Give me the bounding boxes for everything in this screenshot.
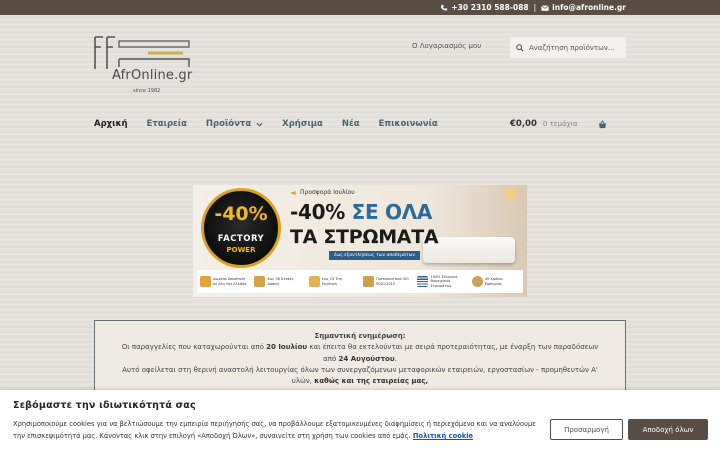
notice-line: υλών, καθώς και της εταιρείας μας, [95, 376, 625, 387]
top-contact-bar: +30 2310 588-088 | info@afronline.gr [0, 0, 720, 15]
phone-number-link[interactable]: +30 2310 588-088 [451, 3, 528, 12]
notice-date: 20 Ιουλίου [266, 343, 308, 352]
feature-item: Πιστοποιητικό ISO 9001:2015 [363, 276, 411, 287]
cart-amount: €0,00 [510, 119, 537, 129]
cookie-text: Χρησιμοποιούμε cookies για να βελτιώσουμ… [13, 418, 543, 442]
notice-text: Οι παραγγελίες που καταχωρούνται από [121, 343, 264, 352]
notice-date: 24 Αυγούστου [338, 354, 395, 363]
promo-headline-line1: -40% ΣΕ ΟΛΑ [290, 200, 432, 224]
banner-features: Δωρεάν Αποστολή σε όλη την Ελλάδα έως 36… [197, 270, 523, 293]
nav-item-useful[interactable]: Χρήσιμα [282, 119, 323, 129]
email-icon [541, 4, 549, 11]
nav-item-news[interactable]: Νέα [342, 119, 360, 129]
cookie-heading: Σεβόμαστε την ιδιωτικότητά σας [13, 400, 196, 411]
cookie-consent-bar: Σεβόμαστε την ιδιωτικότητά σας Χρησιμοπο… [0, 390, 720, 450]
notice-text: υλών, [291, 377, 312, 386]
notice-title: Σημαντική ενημέρωση: [314, 332, 406, 340]
nav-item-products[interactable]: Προϊόντα [206, 119, 263, 129]
search-input[interactable] [529, 43, 619, 52]
notice-line: Οι παραγγελίες που καταχωρούνται από 20 … [95, 342, 625, 353]
email-link[interactable]: info@afronline.gr [552, 3, 626, 12]
feature-text: έως 15 Έτη Εγγύηση [321, 277, 343, 286]
feature-text: έως 36 Άτοκες Δόσεις [267, 277, 294, 286]
site-logo[interactable]: AfrOnline.gr since 1982 [93, 35, 193, 97]
badge-line2: POWER [226, 246, 256, 254]
basket-icon [598, 119, 606, 128]
nav-item-label: Προϊόντα [205, 119, 252, 129]
experience-badge-icon [471, 276, 483, 287]
notice-bold: καθώς και της εταιρείας μας, [314, 377, 429, 386]
feature-item: έως 36 Άτοκες Δόσεις [254, 276, 302, 287]
notice-line: από 24 Αυγούστου. [323, 354, 397, 363]
cookie-policy-link[interactable]: Πολιτική cookie [413, 432, 473, 440]
feature-item: Δωρεάν Αποστολή σε όλη την Ελλάδα [200, 276, 248, 287]
greek-flag-icon [417, 276, 429, 287]
megaphone-icon [290, 190, 296, 195]
nav-item-company[interactable]: Εταιρεία [147, 119, 187, 129]
nav-item-label: Χρήσιμα [282, 119, 323, 129]
cart-item-count: 0 τεμάχια [542, 120, 578, 128]
nav-item-home[interactable]: Αρχική [94, 119, 128, 129]
search-box[interactable] [510, 37, 626, 58]
promo-banner[interactable]: -40% FACTORY POWER Προσφορά Ιουλίου -40%… [193, 185, 527, 297]
factory-power-badge: -40% FACTORY POWER [201, 188, 281, 268]
contact-separator: | [533, 3, 537, 12]
notice-line: Αυτό οφείλεται στη θερινή αναστολή λειτο… [122, 365, 598, 374]
nav-item-contact[interactable]: Επικοινωνία [379, 119, 438, 129]
feature-item: 100% Ελληνικό Βιομηχανία Στρωμάτων [417, 275, 465, 289]
feature-text: Πιστοποιητικό ISO 9001:2015 [376, 277, 409, 286]
badge-percent: -40% [214, 203, 268, 225]
notice-text: και έπειτα θα εκτελούνται με σειρά προτε… [309, 343, 599, 352]
cookie-accept-all-button[interactable]: Αποδοχή όλων [628, 419, 708, 440]
feature-text: 45 Χρόνια Εμπειρίας [484, 277, 503, 286]
badge-line1: FACTORY [217, 234, 265, 244]
notice-text: από [323, 354, 337, 363]
nav-item-label: Επικοινωνία [378, 119, 438, 129]
logo-since: since 1982 [133, 88, 161, 94]
promo-tag: Προσφορά Ιουλίου [290, 189, 355, 196]
shield-icon [308, 276, 320, 287]
feature-text: 100% Ελληνικό Βιομηχανία Στρωμάτων [430, 274, 458, 288]
promo-tag-text: Προσφορά Ιουλίου [300, 189, 355, 196]
phone-icon [441, 4, 448, 11]
main-navigation: Αρχική Εταιρεία Προϊόντα Χρήσιμα Νέα Επι… [94, 119, 457, 129]
nav-item-label: Νέα [341, 119, 360, 129]
promo-subline: έως εξαντλήσεως των αποθεμάτων [329, 251, 420, 260]
promo-headline-prefix: -40% [290, 200, 345, 224]
cookie-customize-button[interactable]: Προσαρμογή [550, 419, 623, 440]
promo-headline-highlight: ΣΕ ΟΛΑ [351, 200, 433, 224]
nav-item-label: Αρχική [94, 119, 128, 129]
card-icon [254, 276, 266, 287]
header-cart[interactable]: €0,00 0 τεμάχια [510, 119, 607, 129]
feature-item: έως 15 Έτη Εγγύηση [308, 276, 357, 287]
chevron-down-icon [256, 122, 263, 127]
nav-item-label: Εταιρεία [146, 119, 187, 129]
feature-item: 45 Χρόνια Εμπειρίας [471, 276, 520, 287]
search-icon [516, 43, 524, 52]
contact-info: +30 2310 588-088 | info@afronline.gr [440, 3, 626, 12]
truck-icon [200, 276, 212, 287]
logo-name: AfrOnline.gr [112, 68, 193, 83]
promo-headline-line2: ΤΑ ΣΤΡΩΜΑΤΑ [290, 226, 439, 248]
lamp-glow [508, 190, 514, 196]
certificate-icon [363, 276, 375, 287]
feature-text: Δωρεάν Αποστολή σε όλη την Ελλάδα [213, 277, 247, 286]
my-account-link[interactable]: Ο Λογαριασμός μου [412, 42, 481, 50]
